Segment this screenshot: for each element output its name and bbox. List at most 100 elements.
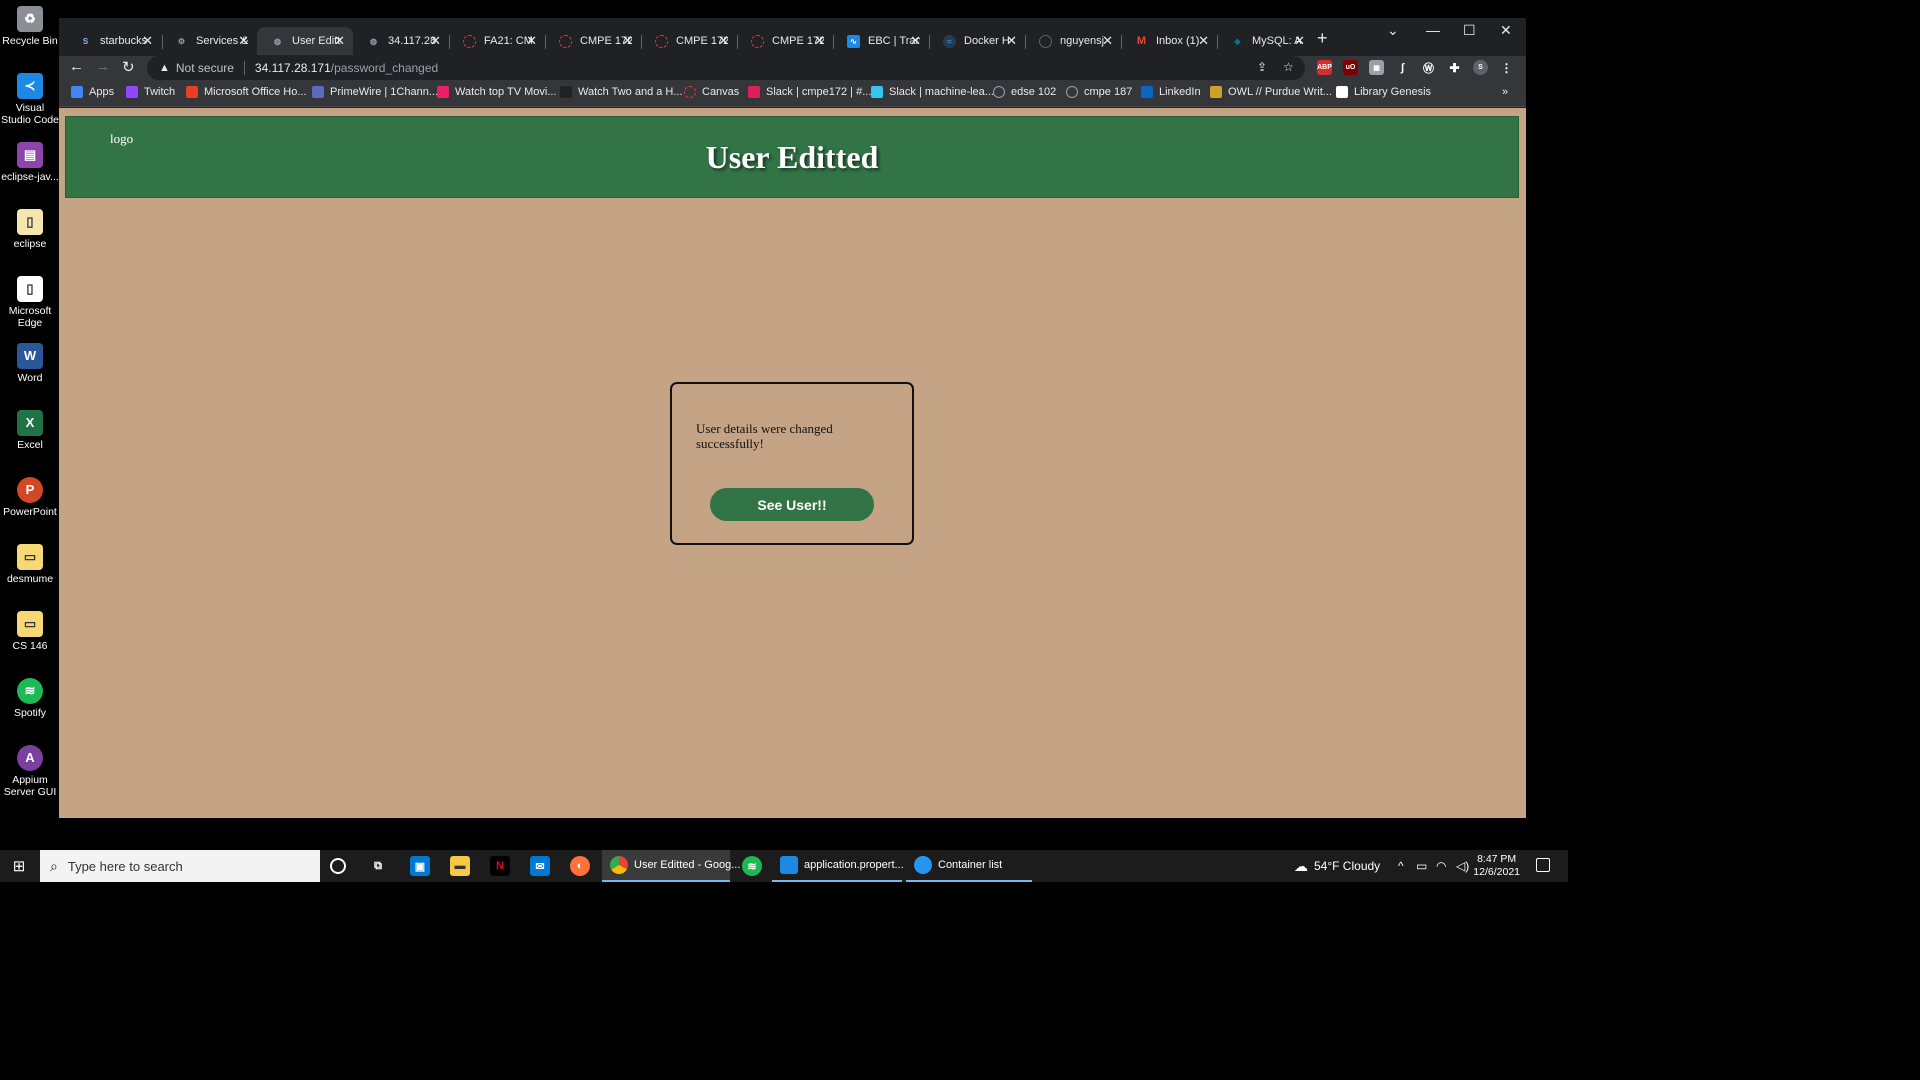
reload-icon[interactable]: ↻ xyxy=(122,58,135,76)
bookmark-star-icon[interactable]: ☆ xyxy=(1283,60,1294,74)
tab-user-editted[interactable]: ◍ User Editt ✕ xyxy=(257,27,353,55)
adblock-icon[interactable]: ABP xyxy=(1317,60,1332,75)
tab-cmpe172-a[interactable]: CMPE 172 ✕ xyxy=(545,27,641,55)
bookmark-watch-top-tv[interactable]: Watch top TV Movi... xyxy=(437,86,556,98)
bookmark-slack-cmpe172[interactable]: Slack | cmpe172 | #... xyxy=(748,86,871,98)
close-icon[interactable]: ✕ xyxy=(718,33,729,49)
windows-start-icon[interactable]: ⊞ xyxy=(0,850,38,882)
bookmark-edse102[interactable]: edse 102 xyxy=(993,86,1056,98)
close-icon[interactable]: ✕ xyxy=(238,33,249,49)
bookmark-library-genesis[interactable]: Library Genesis xyxy=(1336,86,1431,98)
bookmark-cmpe187[interactable]: cmpe 187 xyxy=(1066,86,1132,98)
tab-starbucks[interactable]: Ѕ starbucks ✕ xyxy=(65,27,161,55)
bookmark-watch-two[interactable]: Watch Two and a H... xyxy=(560,86,683,98)
taskbar-app-vscode[interactable]: application.propert... xyxy=(772,850,904,882)
tab-cmpe172-b[interactable]: CMPE 172 ✕ xyxy=(641,27,737,55)
close-icon[interactable]: ✕ xyxy=(1198,33,1209,49)
mail-icon[interactable]: ✉ xyxy=(530,856,550,876)
streak-icon[interactable]: ʃ xyxy=(1395,60,1410,75)
bookmark-office[interactable]: Microsoft Office Ho... xyxy=(186,86,307,98)
close-icon[interactable]: ✕ xyxy=(430,33,441,49)
share-icon[interactable]: ⇪ xyxy=(1257,60,1267,74)
tray-chevron-icon[interactable]: ^ xyxy=(1398,850,1404,882)
task-view-icon[interactable]: ⧉ xyxy=(368,856,388,876)
canvas-icon xyxy=(655,34,668,48)
taskbar-app-docker[interactable]: Container list xyxy=(906,850,1032,882)
wifi-icon[interactable]: ◠ xyxy=(1436,850,1446,882)
close-icon[interactable]: ✕ xyxy=(334,33,345,49)
close-icon[interactable]: ✕ xyxy=(1102,33,1113,49)
close-icon[interactable]: ✕ xyxy=(1294,33,1305,49)
new-tab-button[interactable]: + xyxy=(1317,28,1328,49)
tab-search-icon[interactable]: ⌄ xyxy=(1387,22,1399,39)
tab-docker[interactable]: ≈ Docker H ✕ xyxy=(929,27,1025,55)
bookmark-linkedin[interactable]: LinkedIn xyxy=(1141,86,1201,98)
tab-services[interactable]: ⚙ Services & ✕ xyxy=(161,27,257,55)
netflix-icon[interactable]: N xyxy=(490,856,510,876)
close-window-icon[interactable]: ✕ xyxy=(1500,22,1512,39)
bookmark-label: LinkedIn xyxy=(1159,86,1201,98)
tab-ebc[interactable]: ∿ EBC | Tran ✕ xyxy=(833,27,929,55)
forward-icon[interactable]: → xyxy=(95,58,110,75)
firefox-icon[interactable]: ◐ xyxy=(570,856,590,876)
tab-ip[interactable]: ◍ 34.117.28 ✕ xyxy=(353,27,449,55)
desktop-icon-vscode[interactable]: ≺ Visual Studio Code xyxy=(0,73,60,126)
close-icon[interactable]: ✕ xyxy=(1006,33,1017,49)
bookmark-canvas[interactable]: Canvas xyxy=(684,86,739,98)
wordtune-icon[interactable]: Ⓦ xyxy=(1421,60,1436,75)
ublock-icon[interactable]: uO xyxy=(1343,60,1358,75)
store-icon[interactable]: ▣ xyxy=(410,856,430,876)
tab-mysql[interactable]: ◆ MySQL: A ✕ xyxy=(1217,27,1313,55)
tab-cmpe172-c[interactable]: CMPE 172 ✕ xyxy=(737,27,833,55)
address-bar[interactable]: ▲ Not secure 34.117.28.171/password_chan… xyxy=(147,56,1305,80)
close-icon[interactable]: ✕ xyxy=(910,33,921,49)
desktop-icon-microsoft-edge[interactable]: ▯ Microsoft Edge xyxy=(0,276,60,329)
bookmark-label: Watch Two and a H... xyxy=(578,86,683,98)
close-icon[interactable]: ✕ xyxy=(526,33,537,49)
bookmark-owl-purdue[interactable]: OWL // Purdue Writ... xyxy=(1210,86,1332,98)
desktop-icon-cs146[interactable]: ▭ CS 146 xyxy=(0,611,60,652)
spotify-icon[interactable]: ≋ xyxy=(742,856,762,876)
puzzle-icon[interactable]: ✚ xyxy=(1447,60,1462,75)
menu-icon[interactable]: ⋮ xyxy=(1499,60,1514,75)
desktop-icon-recycle-bin[interactable]: ♻ Recycle Bin xyxy=(0,6,60,47)
close-icon[interactable]: ✕ xyxy=(814,33,825,49)
volume-icon[interactable]: ◁) xyxy=(1456,850,1469,882)
file-explorer-icon[interactable]: ▬ xyxy=(450,856,470,876)
weather-widget[interactable]: ☁ 54°F Cloudy xyxy=(1294,850,1380,882)
see-user-button[interactable]: See User!! xyxy=(710,488,874,521)
desktop-icon-eclipse[interactable]: ▯ eclipse xyxy=(0,209,60,250)
minimize-icon[interactable]: — xyxy=(1426,22,1440,38)
close-icon[interactable]: ✕ xyxy=(622,33,633,49)
desktop-icon-word[interactable]: W Word xyxy=(0,343,60,384)
tab-fa21[interactable]: FA21: CM ✕ xyxy=(449,27,545,55)
desktop-icon-eclipse-jav[interactable]: ▤ eclipse-jav... xyxy=(0,142,60,183)
desktop-icon-spotify[interactable]: ≋ Spotify xyxy=(0,678,60,719)
extension-icon[interactable]: ▦ xyxy=(1369,60,1384,75)
notification-icon[interactable] xyxy=(1536,858,1550,872)
maximize-icon[interactable]: ☐ xyxy=(1463,22,1476,39)
search-icon: ⌕ xyxy=(50,857,58,874)
taskbar-app-chrome[interactable]: User Editted - Goog... xyxy=(602,850,740,882)
close-icon[interactable]: ✕ xyxy=(142,33,153,49)
taskbar-search[interactable]: ⌕ Type here to search xyxy=(40,850,320,882)
desktop-icon-label: Word xyxy=(17,372,43,384)
back-icon[interactable]: ← xyxy=(69,58,84,75)
bookmark-twitch[interactable]: Twitch xyxy=(126,86,175,98)
bookmark-apps[interactable]: Apps xyxy=(71,86,114,98)
desktop-icon-excel[interactable]: X Excel xyxy=(0,410,60,451)
profile-avatar[interactable]: S xyxy=(1473,60,1488,75)
battery-icon[interactable]: ▭ xyxy=(1416,850,1427,882)
tab-github[interactable]: nguyensj ✕ xyxy=(1025,27,1121,55)
desktop-icon-desmume[interactable]: ▭ desmume xyxy=(0,544,60,585)
desktop-icon-appium[interactable]: A Appium Server GUI xyxy=(0,745,60,798)
cortana-icon[interactable] xyxy=(330,858,346,874)
desktop-icon-powerpoint[interactable]: P PowerPoint xyxy=(0,477,60,518)
bookmark-primewire[interactable]: PrimeWire | 1Chann... xyxy=(312,86,438,98)
url-host: 34.117.28.171 xyxy=(254,61,331,75)
bookmark-slack-machine[interactable]: Slack | machine-lea... xyxy=(871,86,994,98)
recycle-bin-icon: ♻ xyxy=(17,6,43,32)
tab-inbox[interactable]: M Inbox (1) ✕ xyxy=(1121,27,1217,55)
system-clock[interactable]: 8:47 PM 12/6/2021 xyxy=(1473,853,1520,879)
bookmarks-overflow-icon[interactable]: » xyxy=(1502,86,1508,98)
